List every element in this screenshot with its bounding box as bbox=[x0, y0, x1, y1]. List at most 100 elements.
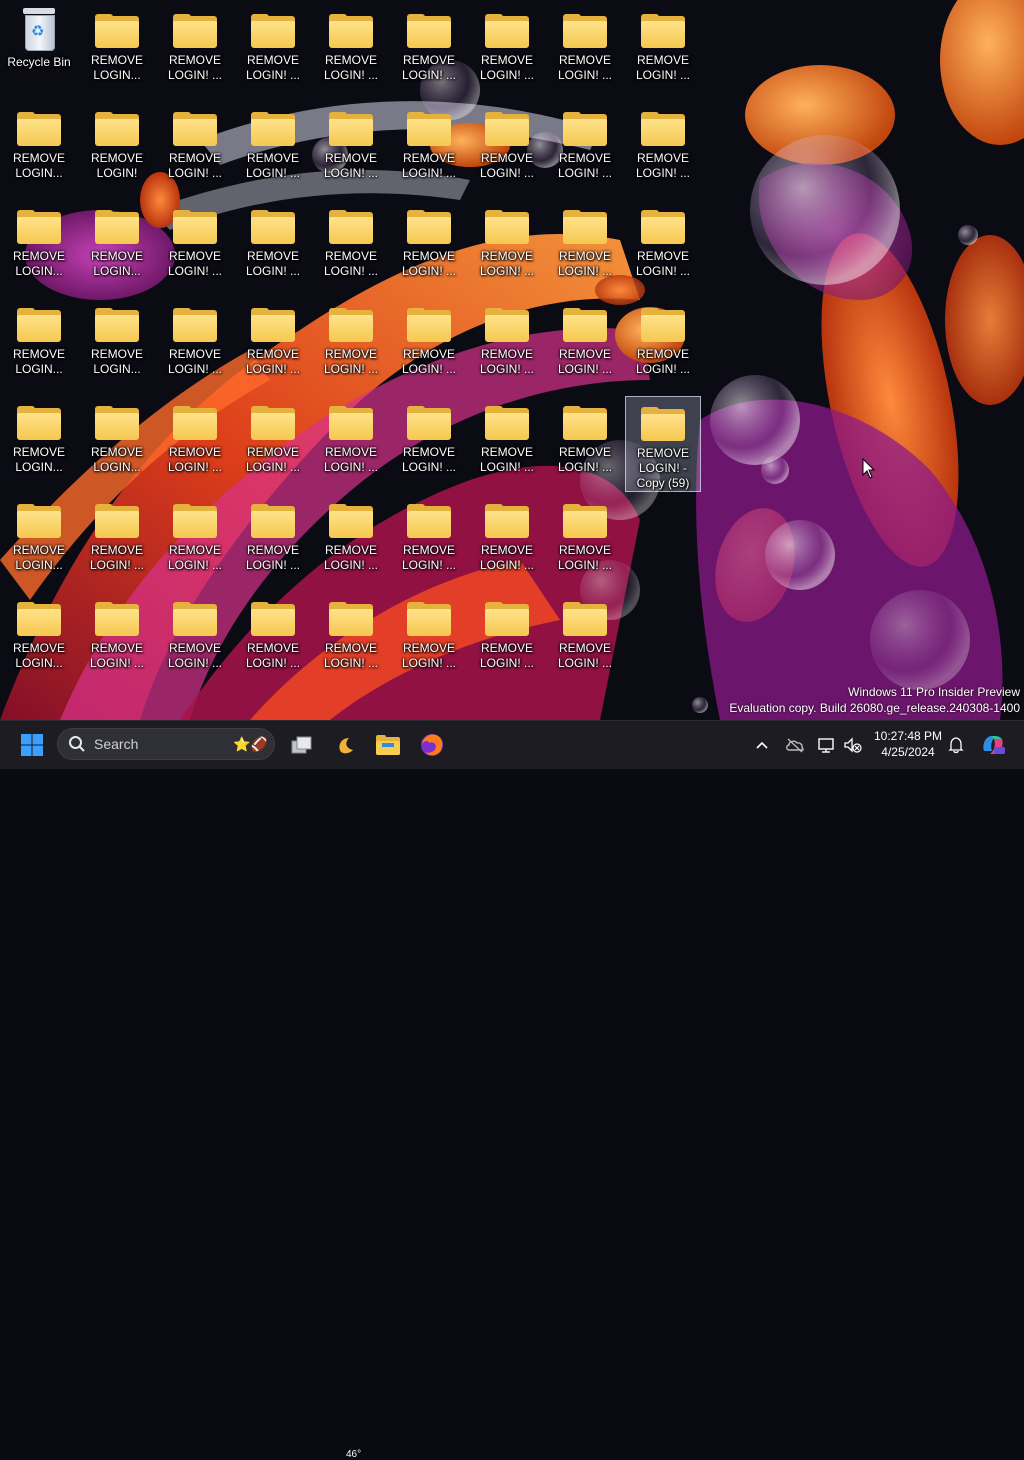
copilot-button[interactable] bbox=[976, 725, 1010, 765]
search-input[interactable]: Search ⭐🏈 bbox=[57, 728, 275, 760]
desktop-folder[interactable]: REMOVE LOGIN! ... bbox=[235, 102, 311, 198]
desktop-folder[interactable]: REMOVE LOGIN! ... bbox=[157, 592, 233, 688]
desktop-folder[interactable]: REMOVE LOGIN... bbox=[1, 494, 77, 590]
desktop-folder[interactable]: REMOVE LOGIN... bbox=[79, 396, 155, 492]
desktop-folder[interactable]: REMOVE LOGIN! ... bbox=[157, 102, 233, 198]
desktop-folder[interactable]: REMOVE LOGIN! ... bbox=[391, 4, 467, 100]
folder-label: REMOVE LOGIN! ... bbox=[167, 641, 222, 670]
folder-icon bbox=[485, 602, 529, 636]
desktop-folder[interactable]: REMOVE LOGIN! ... bbox=[313, 298, 389, 394]
weather-widget-button[interactable] bbox=[328, 725, 368, 765]
desktop-folder[interactable]: REMOVE LOGIN! ... bbox=[547, 494, 623, 590]
folder-label: REMOVE LOGIN! ... bbox=[323, 151, 378, 180]
desktop-folder[interactable]: REMOVE LOGIN... bbox=[79, 298, 155, 394]
folder-label: REMOVE LOGIN! ... bbox=[557, 445, 612, 474]
desktop-folder[interactable]: REMOVE LOGIN! ... bbox=[235, 200, 311, 296]
onedrive-button[interactable] bbox=[782, 725, 808, 765]
desktop-folder[interactable]: REMOVE LOGIN! ... bbox=[547, 298, 623, 394]
folder-label: REMOVE LOGIN! ... bbox=[245, 249, 300, 278]
onedrive-icon bbox=[786, 738, 804, 753]
folder-icon bbox=[173, 112, 217, 146]
folder-label: REMOVE LOGIN! ... bbox=[167, 249, 222, 278]
desktop-folder[interactable]: REMOVE LOGIN... bbox=[1, 592, 77, 688]
desktop-folder[interactable]: REMOVE LOGIN! ... bbox=[157, 396, 233, 492]
folder-label: REMOVE LOGIN... bbox=[12, 347, 65, 376]
desktop-folder[interactable]: REMOVE LOGIN! ... bbox=[469, 592, 545, 688]
desktop-folder[interactable]: REMOVE LOGIN... bbox=[1, 298, 77, 394]
folder-label: REMOVE LOGIN... bbox=[90, 347, 143, 376]
show-hidden-icons-button[interactable] bbox=[750, 725, 774, 765]
desktop-folder[interactable]: REMOVE LOGIN! ... bbox=[157, 4, 233, 100]
folder-label: REMOVE LOGIN... bbox=[12, 445, 65, 474]
start-icon bbox=[21, 734, 43, 756]
desktop-folder[interactable]: REMOVE LOGIN! ... bbox=[157, 200, 233, 296]
network-button[interactable] bbox=[814, 725, 840, 765]
folder-icon bbox=[95, 602, 139, 636]
desktop-folder[interactable]: REMOVE LOGIN! ... bbox=[79, 494, 155, 590]
desktop-folder[interactable]: REMOVE LOGIN! ... bbox=[625, 298, 701, 394]
desktop-folder[interactable]: REMOVE LOGIN! ... bbox=[157, 298, 233, 394]
desktop-folder[interactable]: REMOVE LOGIN! ... bbox=[547, 102, 623, 198]
folder-label: REMOVE LOGIN! ... bbox=[245, 347, 300, 376]
desktop-folder[interactable]: REMOVE LOGIN! ... bbox=[391, 396, 467, 492]
desktop-folder[interactable]: REMOVE LOGIN! ... bbox=[235, 494, 311, 590]
desktop-folder[interactable]: REMOVE LOGIN! ... bbox=[235, 396, 311, 492]
desktop-folder[interactable]: REMOVE LOGIN! ... bbox=[625, 4, 701, 100]
desktop-folder[interactable]: REMOVE LOGIN! ... bbox=[157, 494, 233, 590]
task-view-button[interactable] bbox=[282, 725, 322, 765]
desktop-folder[interactable]: REMOVE LOGIN! ... bbox=[313, 102, 389, 198]
desktop-folder[interactable]: REMOVE LOGIN! ... bbox=[391, 494, 467, 590]
folder-icon bbox=[563, 602, 607, 636]
folder-label: REMOVE LOGIN! ... bbox=[245, 543, 300, 572]
desktop-folder[interactable]: REMOVE LOGIN! ... bbox=[469, 396, 545, 492]
desktop-folder[interactable]: REMOVE LOGIN! ... bbox=[547, 4, 623, 100]
desktop-folder[interactable]: REMOVE LOGIN! ... bbox=[469, 298, 545, 394]
recycle-bin[interactable]: ♻ Recycle Bin bbox=[1, 4, 77, 100]
desktop-folder[interactable]: REMOVE LOGIN! ... bbox=[547, 200, 623, 296]
desktop-folder[interactable]: REMOVE LOGIN... bbox=[1, 102, 77, 198]
desktop-folder[interactable]: REMOVE LOGIN... bbox=[79, 4, 155, 100]
desktop-folder[interactable]: REMOVE LOGIN! ... bbox=[391, 200, 467, 296]
folder-icon bbox=[173, 406, 217, 440]
desktop-folder[interactable]: REMOVE LOGIN! ... bbox=[625, 102, 701, 198]
desktop-folder[interactable]: REMOVE LOGIN! ... bbox=[79, 592, 155, 688]
desktop-folder[interactable]: REMOVE LOGIN! ... bbox=[235, 298, 311, 394]
start-button[interactable] bbox=[12, 725, 52, 765]
desktop-folder[interactable]: REMOVE LOGIN! ... bbox=[547, 396, 623, 492]
desktop-folder[interactable]: REMOVE LOGIN! ... bbox=[469, 102, 545, 198]
desktop-folder[interactable]: REMOVE LOGIN... bbox=[79, 200, 155, 296]
desktop-folder[interactable]: REMOVE LOGIN! bbox=[79, 102, 155, 198]
desktop-folder[interactable]: REMOVE LOGIN... bbox=[1, 396, 77, 492]
network-icon bbox=[818, 738, 834, 753]
folder-label: REMOVE LOGIN! ... bbox=[479, 151, 534, 180]
desktop-folder[interactable]: REMOVE LOGIN! ... bbox=[235, 592, 311, 688]
desktop-folder[interactable]: REMOVE LOGIN! ... bbox=[313, 494, 389, 590]
desktop-folder[interactable]: REMOVE LOGIN... bbox=[1, 200, 77, 296]
desktop-folder[interactable]: REMOVE LOGIN! ... bbox=[313, 4, 389, 100]
desktop-folder[interactable]: REMOVE LOGIN! ... bbox=[391, 102, 467, 198]
notifications-button[interactable] bbox=[944, 725, 968, 765]
desktop-folder[interactable]: REMOVE LOGIN! ... bbox=[313, 592, 389, 688]
desktop-folder[interactable]: REMOVE LOGIN! ... bbox=[391, 298, 467, 394]
firefox-button[interactable] bbox=[412, 725, 452, 765]
desktop-folder[interactable]: REMOVE LOGIN! ... bbox=[469, 200, 545, 296]
folder-icon bbox=[641, 210, 685, 244]
folder-label: REMOVE LOGIN! ... bbox=[89, 543, 144, 572]
clock[interactable]: 10:27:48 PM 4/25/2024 bbox=[870, 728, 946, 760]
file-explorer-button[interactable] bbox=[368, 725, 408, 765]
desktop-folder[interactable]: REMOVE LOGIN! ... bbox=[313, 200, 389, 296]
desktop-folder[interactable]: REMOVE LOGIN! ... bbox=[469, 4, 545, 100]
desktop-folder[interactable]: REMOVE LOGIN! - Copy (59) bbox=[625, 396, 701, 492]
desktop-folder[interactable]: REMOVE LOGIN! ... bbox=[235, 4, 311, 100]
folder-label: REMOVE LOGIN... bbox=[90, 53, 143, 82]
folder-label: REMOVE LOGIN! ... bbox=[479, 641, 534, 670]
desktop-folder[interactable]: REMOVE LOGIN! ... bbox=[313, 396, 389, 492]
volume-button[interactable] bbox=[840, 725, 866, 765]
desktop-folder[interactable]: REMOVE LOGIN! ... bbox=[469, 494, 545, 590]
folder-label: REMOVE LOGIN! ... bbox=[89, 641, 144, 670]
folder-label: REMOVE LOGIN... bbox=[12, 249, 65, 278]
folder-label: REMOVE LOGIN... bbox=[12, 543, 65, 572]
desktop-folder[interactable]: REMOVE LOGIN! ... bbox=[547, 592, 623, 688]
desktop-folder[interactable]: REMOVE LOGIN! ... bbox=[625, 200, 701, 296]
desktop-folder[interactable]: REMOVE LOGIN! ... bbox=[391, 592, 467, 688]
